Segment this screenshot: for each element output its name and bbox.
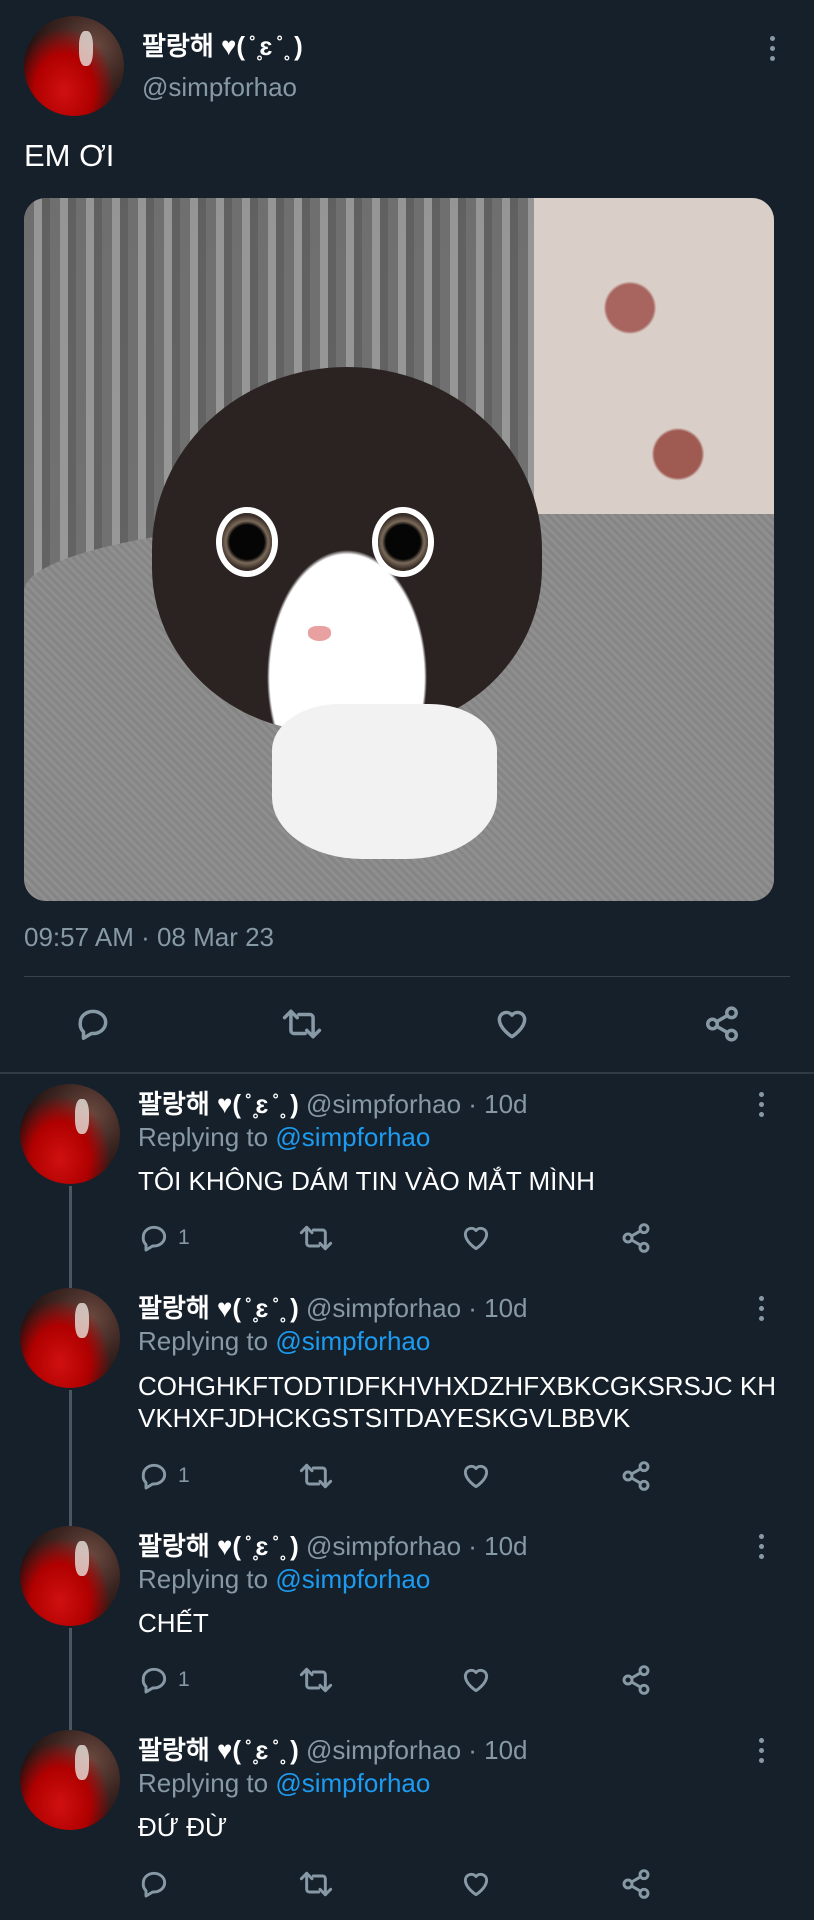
- handle-and-time: @simpforhao · 10d: [306, 1735, 528, 1765]
- display-name[interactable]: 팔랑해 ♥( ̊ ̥ɛ ̊ ̥ ): [138, 1531, 299, 1561]
- share-icon[interactable]: [619, 1868, 653, 1900]
- replying-to: Replying to @simpforhao: [138, 1122, 430, 1153]
- reply-icon: [141, 1225, 167, 1252]
- avatar[interactable]: [20, 1288, 120, 1388]
- tweet-text: EM ƠI: [24, 138, 115, 173]
- avatar[interactable]: [20, 1730, 120, 1830]
- handle-and-time: @simpforhao · 10d: [306, 1293, 528, 1323]
- like-button[interactable]: [492, 1005, 532, 1048]
- share-icon: [706, 1006, 738, 1042]
- reply-header: 팔랑해 ♥( ̊ ̥ɛ ̊ ̥ ) @simpforhao · 10d: [138, 1730, 528, 1767]
- retweet-icon[interactable]: [298, 1460, 334, 1492]
- thread-line: [69, 1628, 72, 1730]
- tweet-photo-cat[interactable]: [24, 198, 774, 901]
- replying-to-label: Replying to: [138, 1122, 269, 1152]
- reply-text: TÔI KHÔNG DÁM TIN VÀO MẮT MÌNH: [138, 1166, 595, 1196]
- display-name[interactable]: 팔랑해 ♥( ̊ ̥ɛ ̊ ̥ ): [138, 1293, 299, 1323]
- retweet-button[interactable]: [281, 1005, 323, 1048]
- display-name[interactable]: 팔랑해 ♥( ̊ ̥ɛ ̊ ̥ ): [142, 26, 303, 63]
- handle-and-time: @simpforhao · 10d: [306, 1089, 528, 1119]
- replying-to: Replying to @simpforhao: [138, 1564, 430, 1595]
- like-icon: [497, 1010, 527, 1039]
- avatar[interactable]: [20, 1084, 120, 1184]
- reply-count: 1: [178, 1464, 190, 1487]
- more-vertical-icon[interactable]: [758, 1738, 764, 1763]
- reply-button[interactable]: 1: [138, 1222, 190, 1254]
- reply-text: ĐỨ ĐỪ: [138, 1812, 228, 1842]
- replying-to: Replying to @simpforhao: [138, 1326, 430, 1357]
- retweet-icon[interactable]: [298, 1222, 334, 1254]
- more-vertical-icon[interactable]: [769, 36, 775, 61]
- reply-count: 1: [178, 1668, 190, 1691]
- retweet-icon[interactable]: [298, 1868, 334, 1900]
- thread-line: [69, 1186, 72, 1288]
- share-button[interactable]: [702, 1005, 742, 1048]
- like-icon[interactable]: [459, 1222, 493, 1254]
- reply-icon: [141, 1871, 167, 1898]
- replying-to: Replying to @simpforhao: [138, 1768, 430, 1799]
- reply-icon: [141, 1463, 167, 1490]
- replying-to-handle[interactable]: @simpforhao: [275, 1326, 430, 1356]
- reply-button[interactable]: 1: [138, 1664, 190, 1696]
- retweet-icon[interactable]: [298, 1664, 334, 1696]
- replying-to-label: Replying to: [138, 1564, 269, 1594]
- more-vertical-icon[interactable]: [758, 1296, 764, 1321]
- thread-line: [69, 1390, 72, 1526]
- display-name[interactable]: 팔랑해 ♥( ̊ ̥ɛ ̊ ̥ ): [138, 1089, 299, 1119]
- replying-to-label: Replying to: [138, 1326, 269, 1356]
- reply-text: CHẾT: [138, 1608, 209, 1638]
- share-icon[interactable]: [619, 1664, 653, 1696]
- like-icon[interactable]: [459, 1460, 493, 1492]
- share-icon[interactable]: [619, 1460, 653, 1492]
- retweet-icon: [282, 1009, 322, 1039]
- reply-header: 팔랑해 ♥( ̊ ̥ɛ ̊ ̥ ) @simpforhao · 10d: [138, 1526, 528, 1563]
- reply-header: 팔랑해 ♥( ̊ ̥ɛ ̊ ̥ ) @simpforhao · 10d: [138, 1084, 528, 1121]
- reply-icon: [141, 1667, 167, 1694]
- replying-to-handle[interactable]: @simpforhao: [275, 1768, 430, 1798]
- more-vertical-icon[interactable]: [758, 1534, 764, 1559]
- replying-to-label: Replying to: [138, 1768, 269, 1798]
- share-icon[interactable]: [619, 1222, 653, 1254]
- divider: [24, 976, 790, 977]
- like-icon[interactable]: [459, 1664, 493, 1696]
- display-name[interactable]: 팔랑해 ♥( ̊ ̥ɛ ̊ ̥ ): [138, 1735, 299, 1765]
- replying-to-handle[interactable]: @simpforhao: [275, 1564, 430, 1594]
- handle[interactable]: @simpforhao: [142, 72, 297, 103]
- reply-button[interactable]: [74, 1005, 112, 1048]
- reply-header: 팔랑해 ♥( ̊ ̥ɛ ̊ ̥ ) @simpforhao · 10d: [138, 1288, 528, 1325]
- reply-count: 1: [178, 1226, 190, 1249]
- reply-button[interactable]: [138, 1868, 178, 1900]
- handle-and-time: @simpforhao · 10d: [306, 1531, 528, 1561]
- more-vertical-icon[interactable]: [758, 1092, 764, 1117]
- divider: [0, 1072, 814, 1074]
- like-icon[interactable]: [459, 1868, 493, 1900]
- avatar[interactable]: [24, 16, 124, 116]
- tweet-timestamp: 09:57 AM · 08 Mar 23: [24, 922, 275, 952]
- avatar[interactable]: [20, 1526, 120, 1626]
- reply-text: COHGHKFTODTIDFKHVHXDZHFXBKCGKSRSJC KHVKH…: [138, 1371, 777, 1433]
- reply-icon: [78, 1009, 108, 1040]
- reply-button[interactable]: 1: [138, 1460, 190, 1492]
- replying-to-handle[interactable]: @simpforhao: [275, 1122, 430, 1152]
